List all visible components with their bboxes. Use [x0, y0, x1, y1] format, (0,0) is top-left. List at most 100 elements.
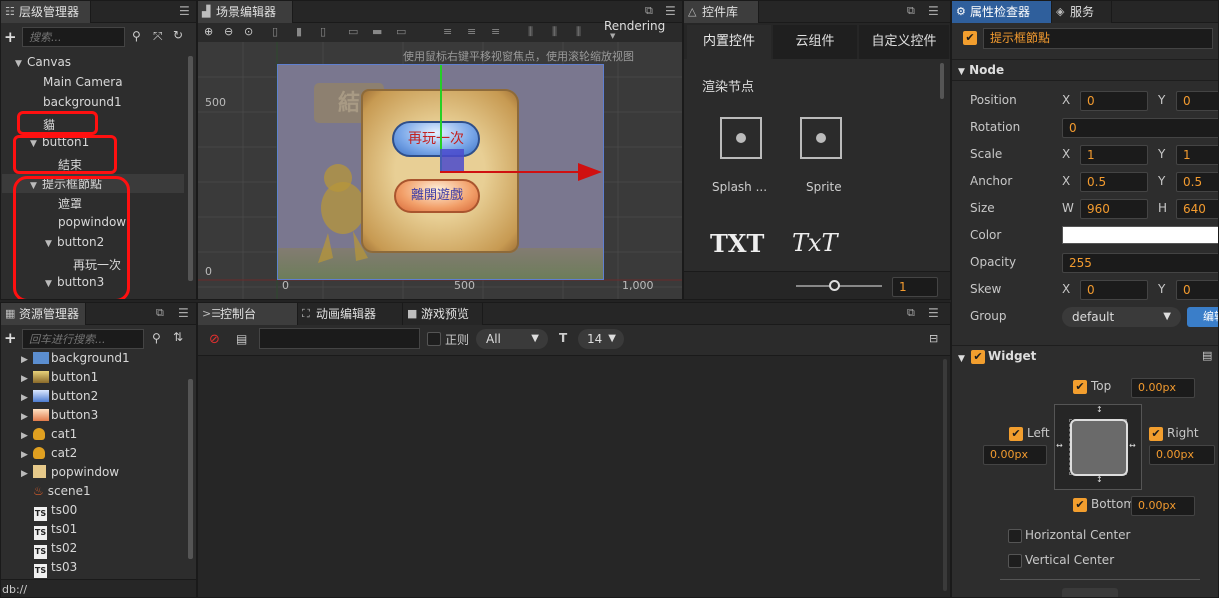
left-value-field[interactable]: 0.00px — [983, 445, 1047, 465]
color-swatch[interactable] — [1062, 226, 1218, 244]
hierarchy-menu-icon[interactable]: ☰ — [179, 4, 190, 18]
widget-anchor-diagram[interactable]: ↕ ↕ ↔ ↔ — [1054, 404, 1142, 490]
zoom-out-icon[interactable]: ⊖ — [224, 25, 233, 38]
tab-inspector[interactable]: ⚙ 属性检查器 — [952, 1, 1052, 23]
scale-y-field[interactable]: 1 — [1176, 145, 1218, 165]
scale-x-field[interactable]: 1 — [1080, 145, 1148, 165]
zoom-slider-thumb[interactable] — [829, 280, 840, 291]
scene-popout-icon[interactable]: ⧉ — [645, 4, 653, 18]
assets-popout-icon[interactable]: ⧉ — [156, 306, 164, 320]
asset-cat1[interactable]: ▶ cat1 — [21, 425, 77, 444]
anchor-y-field[interactable]: 0.5 — [1176, 172, 1218, 192]
open-log-icon[interactable]: ▤ — [236, 332, 247, 346]
gizmo-center-handle[interactable] — [440, 149, 464, 171]
hierarchy-search-input[interactable] — [22, 27, 125, 47]
asset-scene1[interactable]: ♨ scene1 — [33, 482, 91, 501]
node-active-checkbox[interactable]: ✔ — [963, 31, 977, 45]
tree-node-canvas[interactable]: ▼ Canvas — [15, 53, 71, 72]
hierarchy-scrollbar[interactable] — [188, 56, 193, 281]
tab-game-preview[interactable]: ■ 游戏预览 — [403, 303, 483, 325]
tab-hierarchy[interactable]: ☷ 层级管理器 — [1, 1, 91, 23]
leave-game-button[interactable]: 離開遊戲 — [394, 179, 480, 213]
widget-item-sprite[interactable]: Sprite — [788, 113, 850, 199]
opacity-field[interactable]: 255 — [1062, 253, 1218, 273]
node-name-field[interactable]: 提示框節點 — [983, 28, 1213, 49]
scene-viewport[interactable]: 使用鼠标右键平移视窗焦点，使用滚轮缩放视图 500 0 0 500 1,000 … — [198, 42, 682, 299]
horizontal-center-checkbox[interactable] — [1008, 529, 1022, 543]
asset-ts03[interactable]: TS ts03 — [34, 558, 77, 578]
tab-widget-library[interactable]: △ 控件库 — [684, 1, 759, 23]
asset-cat2[interactable]: ▶ cat2 — [21, 444, 77, 463]
console-popout-icon[interactable]: ⧉ — [907, 306, 915, 320]
widget-item-richtext[interactable]: TxT — [792, 229, 838, 257]
tab-builtin-controls[interactable]: 内置控件 — [687, 25, 771, 59]
tree-node-main-camera[interactable]: Main Camera — [43, 73, 123, 92]
widget-lib-popout-icon[interactable]: ⧉ — [907, 4, 915, 18]
console-scrollbar[interactable] — [943, 359, 947, 591]
tab-services[interactable]: ◈ 服务 — [1052, 1, 1112, 23]
zoom-in-icon[interactable]: ⊕ — [204, 25, 213, 38]
regex-checkbox[interactable] — [427, 332, 441, 346]
align-bottom-icon[interactable]: ▭ — [396, 25, 406, 38]
assets-menu-icon[interactable]: ☰ — [178, 306, 189, 320]
left-checkbox[interactable]: ✔ — [1009, 427, 1023, 441]
top-value-field[interactable]: 0.00px — [1131, 378, 1195, 398]
scene-menu-icon[interactable]: ☰ — [665, 4, 676, 18]
expand-arrow-icon[interactable]: ▶ — [21, 465, 33, 484]
distribute-right-icon[interactable]: ⫼ — [576, 25, 581, 39]
log-level-dropdown[interactable]: All ▼ — [476, 329, 548, 349]
sort-icon[interactable]: ⇅ — [173, 330, 183, 344]
node-section-header[interactable]: ▼ Node — [952, 59, 1218, 81]
search-icon[interactable]: ⚲ — [152, 331, 161, 345]
clear-console-icon[interactable]: ⊘ — [209, 332, 220, 347]
asset-ts00[interactable]: TS ts00 — [34, 501, 77, 521]
collapse-console-icon[interactable]: ⊟ — [929, 332, 938, 345]
position-x-field[interactable]: 0 — [1080, 91, 1148, 111]
asset-button1[interactable]: ▶ button1 — [21, 368, 98, 387]
distribute-mid-icon[interactable]: ≡ — [467, 25, 476, 38]
font-size-dropdown[interactable]: 14 ▼ — [578, 329, 624, 349]
collapse-icon[interactable]: ⤧ — [153, 29, 163, 44]
tab-assets[interactable]: ▦ 资源管理器 — [1, 303, 86, 325]
align-vcenter-icon[interactable]: ▬ — [372, 25, 382, 38]
tab-cloud-components[interactable]: 云组件 — [773, 25, 857, 59]
console-menu-icon[interactable]: ☰ — [928, 306, 939, 320]
position-y-field[interactable]: 0 — [1176, 91, 1218, 111]
rendering-dropdown-arrow-icon[interactable]: ▼ — [610, 32, 615, 40]
skew-y-field[interactable]: 0 — [1176, 280, 1218, 300]
vertical-center-checkbox[interactable] — [1008, 554, 1022, 568]
group-edit-button[interactable]: 编辑 — [1187, 307, 1218, 327]
align-right-icon[interactable]: ▯ — [320, 25, 326, 38]
bottom-value-field[interactable]: 0.00px — [1131, 496, 1195, 516]
distribute-top-icon[interactable]: ≡ — [443, 25, 452, 38]
widget-lib-scrollbar[interactable] — [940, 63, 944, 99]
bottom-checkbox[interactable]: ✔ — [1073, 498, 1087, 512]
tab-console[interactable]: >☰ 控制台 — [198, 303, 298, 325]
rotation-field[interactable]: 0 — [1062, 118, 1218, 138]
tab-scene-editor[interactable]: ▟ 场景编辑器 — [198, 1, 293, 23]
right-value-field[interactable]: 0.00px — [1149, 445, 1215, 465]
right-checkbox[interactable]: ✔ — [1149, 427, 1163, 441]
gizmo-x-axis[interactable] — [440, 171, 580, 173]
align-top-icon[interactable]: ▭ — [348, 25, 358, 38]
align-hcenter-icon[interactable]: ▮ — [296, 25, 302, 38]
size-h-field[interactable]: 640 — [1176, 199, 1218, 219]
asset-background1[interactable]: ▶ background1 — [21, 349, 130, 368]
distribute-center-icon[interactable]: ⫼ — [552, 25, 557, 39]
align-left-icon[interactable]: ▯ — [272, 25, 278, 38]
asset-ts02[interactable]: TS ts02 — [34, 539, 77, 559]
refresh-icon[interactable]: ↻ — [173, 28, 183, 42]
asset-popwindow[interactable]: ▶ popwindow — [21, 463, 119, 482]
add-component-button[interactable] — [1062, 588, 1118, 597]
zoom-fit-icon[interactable]: ⊙ — [244, 25, 253, 38]
search-icon[interactable]: ⚲ — [132, 29, 141, 43]
tab-animation-editor[interactable]: ⛶ 动画编辑器 — [298, 303, 403, 325]
asset-button2[interactable]: ▶ button2 — [21, 387, 98, 406]
add-asset-icon[interactable]: + — [4, 329, 17, 347]
asset-button3[interactable]: ▶ button3 — [21, 406, 98, 425]
size-w-field[interactable]: 960 — [1080, 199, 1148, 219]
assets-search-input[interactable] — [22, 329, 144, 349]
distribute-bottom-icon[interactable]: ≡ — [491, 25, 500, 38]
add-node-icon[interactable]: + — [4, 28, 17, 46]
console-filter-input[interactable] — [259, 328, 420, 349]
